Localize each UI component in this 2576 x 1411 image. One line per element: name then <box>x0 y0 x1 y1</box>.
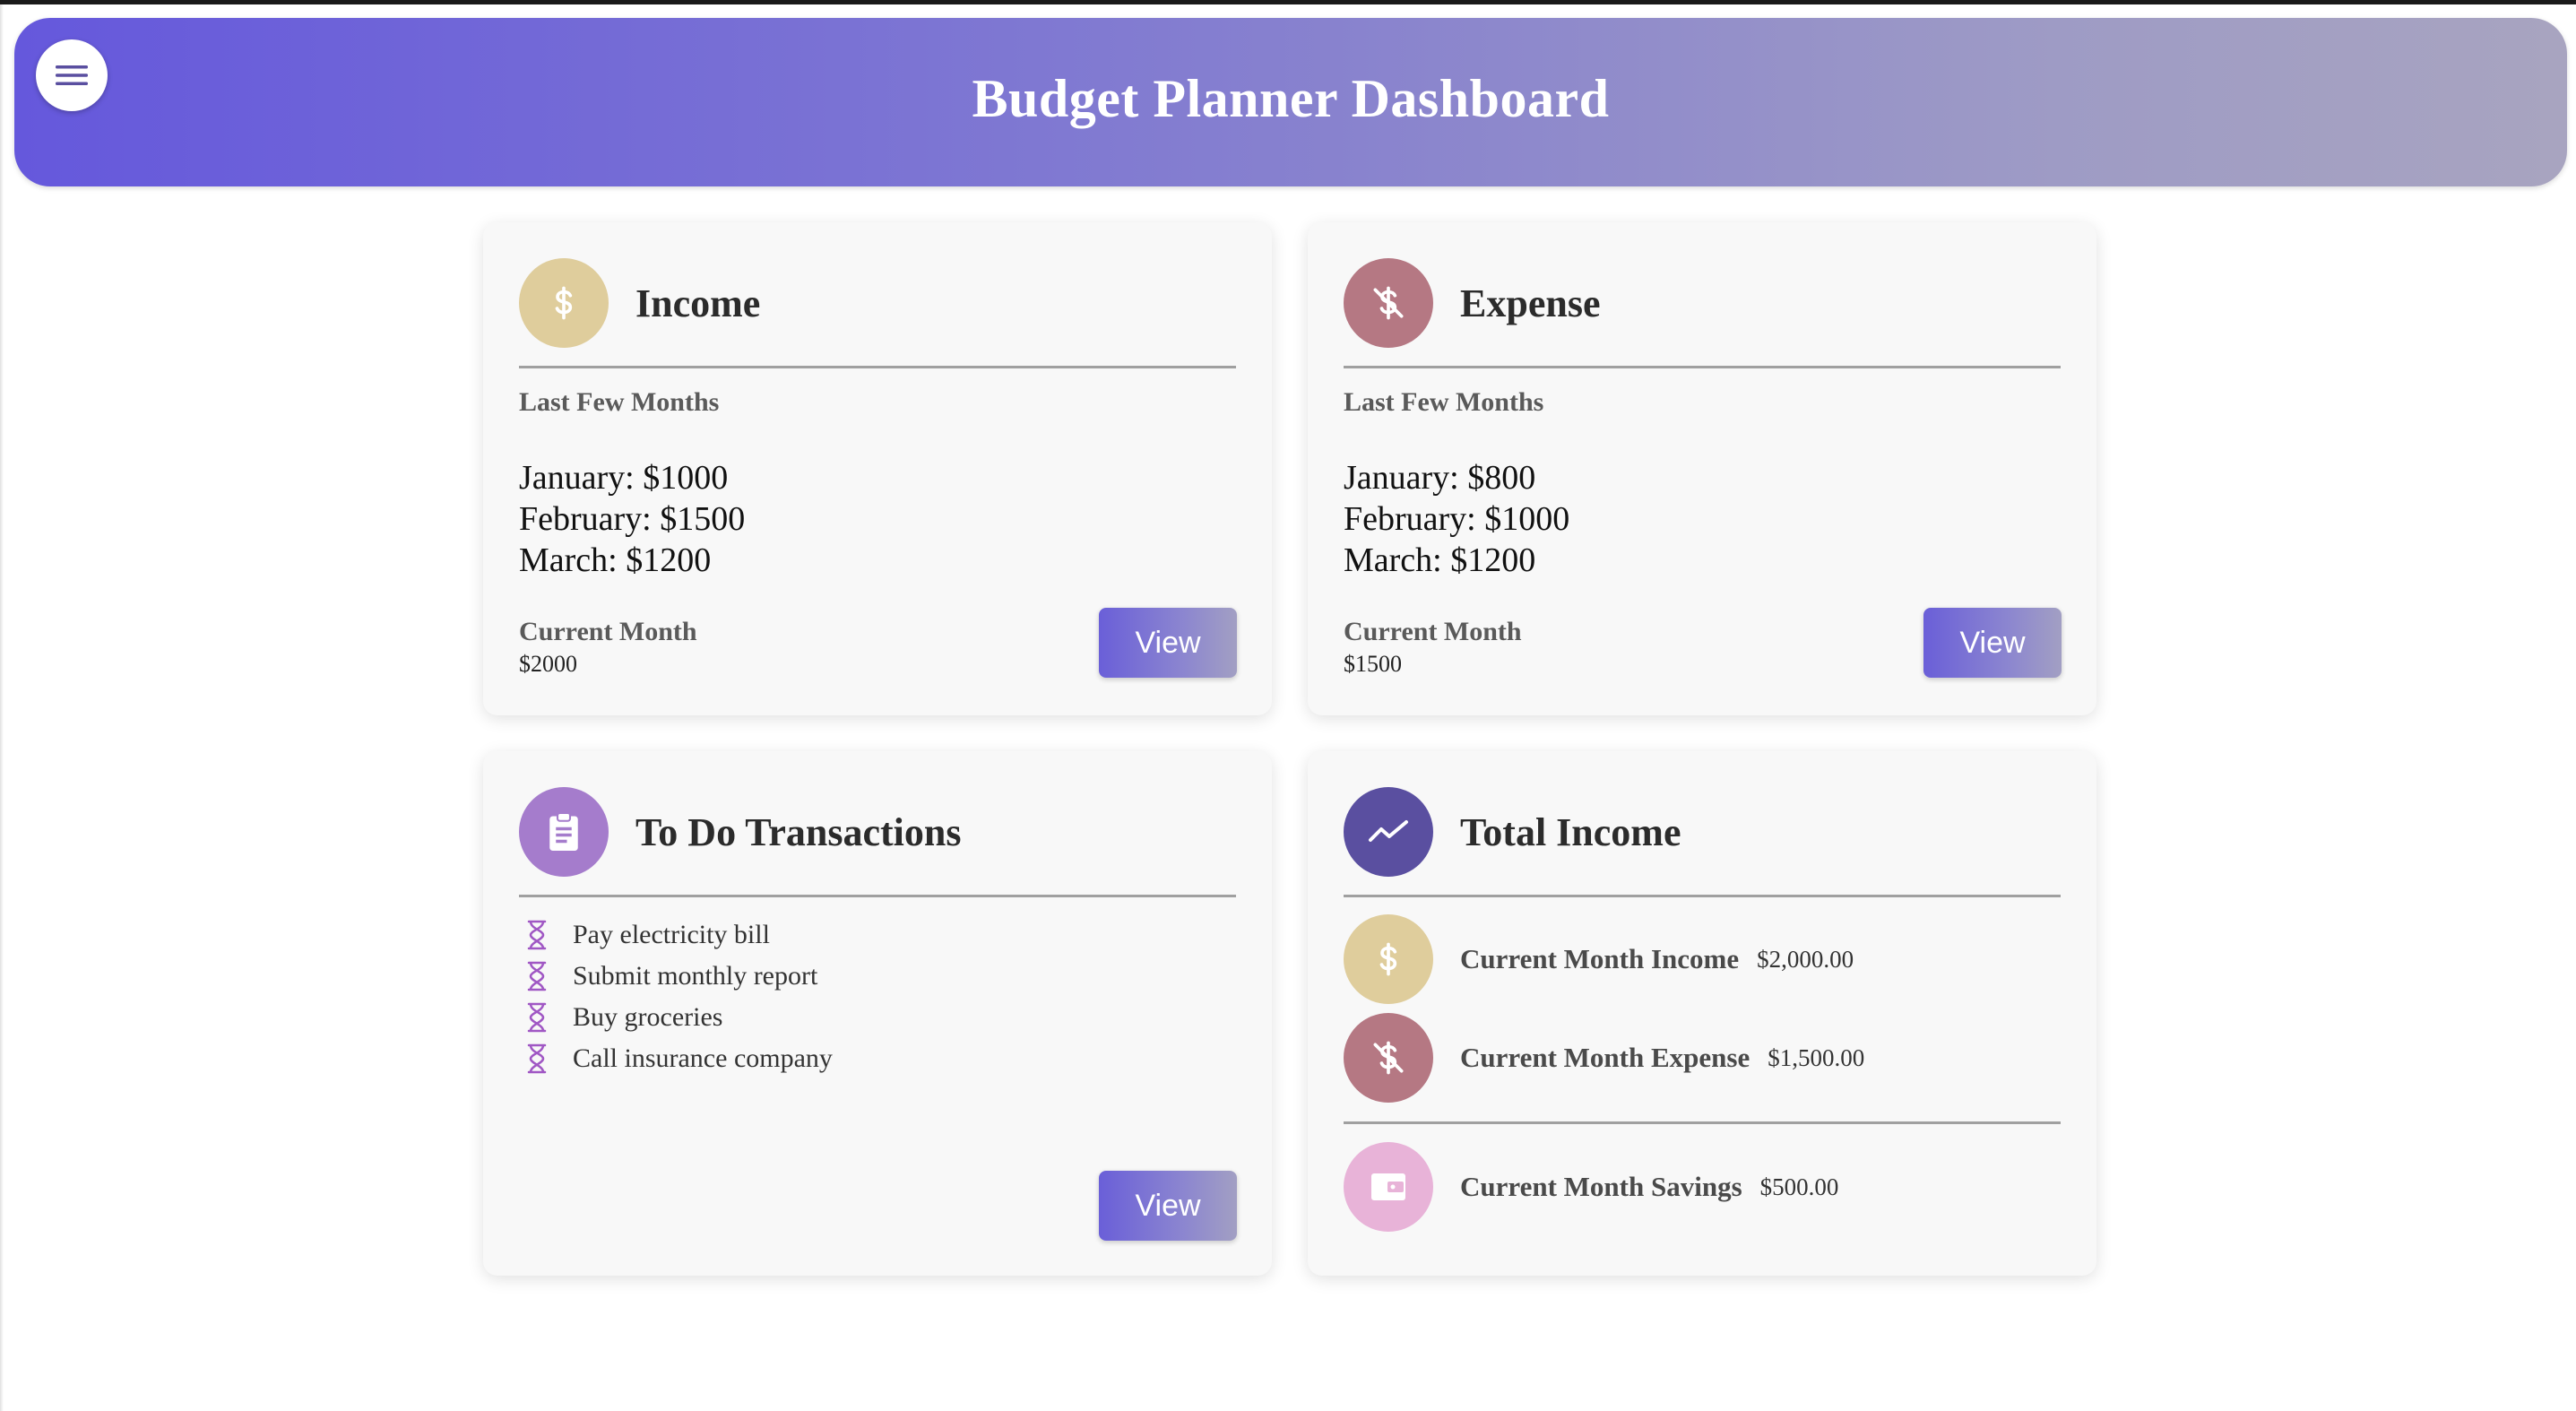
total-row-expense: Current Month Expense $1,500.00 <box>1344 1013 1864 1103</box>
expense-card-header: Expense <box>1344 258 1600 348</box>
expense-current-month-label: Current Month <box>1344 617 1522 646</box>
todo-item: Buy groceries <box>519 997 833 1038</box>
income-card-title: Income <box>635 281 761 325</box>
todo-card: To Do Transactions Pay electricity bill … <box>483 751 1272 1276</box>
todo-icon-circle <box>519 787 609 877</box>
expense-months-list: January: $800 February: $1000 March: $12… <box>1344 457 1569 581</box>
trending-up-icon <box>1369 820 1408 842</box>
todo-item-label: Submit monthly report <box>573 961 818 991</box>
todo-item-label: Pay electricity bill <box>573 920 770 949</box>
todo-view-button[interactable]: View <box>1099 1171 1237 1241</box>
hourglass-icon <box>526 1002 551 1033</box>
expense-card-title: Expense <box>1460 281 1601 325</box>
total-income-divider-top <box>1344 895 2061 897</box>
todo-card-title: To Do Transactions <box>635 809 962 854</box>
total-row-value: $500.00 <box>1759 1173 1839 1200</box>
expense-card: Expense Last Few Months January: $800 Fe… <box>1308 222 2096 715</box>
window-top-border <box>0 0 2576 4</box>
total-row-savings: Current Month Savings $500.00 <box>1344 1142 1838 1232</box>
todo-divider <box>519 895 1236 897</box>
hourglass-icon <box>526 1043 551 1074</box>
wallet-icon <box>1371 1173 1405 1200</box>
dollar-icon <box>555 286 573 320</box>
total-expense-row-icon-circle <box>1344 1013 1433 1103</box>
total-income-icon-circle <box>1344 787 1433 877</box>
income-view-button[interactable]: View <box>1099 608 1237 678</box>
total-row-value: $1,500.00 <box>1768 1043 1865 1071</box>
total-income-card-header: Total Income <box>1344 787 1681 877</box>
income-divider <box>519 366 1236 368</box>
dollar-off-icon <box>1373 1041 1404 1075</box>
hourglass-icon <box>526 961 551 991</box>
income-last-months-label: Last Few Months <box>519 387 720 417</box>
expense-month-entry: March: $1200 <box>1344 541 1536 579</box>
expense-divider <box>1344 366 2061 368</box>
todo-item: Submit monthly report <box>519 956 833 997</box>
hourglass-icon <box>526 920 551 950</box>
income-icon-circle <box>519 258 609 348</box>
todo-item-label: Buy groceries <box>573 1002 723 1032</box>
income-card-header: Income <box>519 258 760 348</box>
total-row-value: $2,000.00 <box>1757 945 1854 973</box>
income-current-month-value: $2000 <box>519 651 577 677</box>
page-title: Budget Planner Dashboard <box>972 69 1610 128</box>
total-income-row-icon-circle <box>1344 914 1433 1004</box>
dollar-off-icon <box>1373 286 1404 320</box>
clipboard-icon <box>549 811 578 851</box>
total-income-card: Total Income Current Month Income $2,000… <box>1308 751 2096 1276</box>
total-row-label: Current Month Income <box>1460 943 1740 974</box>
expense-icon-circle <box>1344 258 1433 348</box>
total-savings-row-icon-circle <box>1344 1142 1433 1232</box>
expense-month-entry: February: $1000 <box>1344 500 1570 538</box>
todo-item: Call insurance company <box>519 1038 833 1079</box>
total-income-card-title: Total Income <box>1460 809 1681 854</box>
todo-item-label: Call insurance company <box>573 1043 833 1073</box>
income-month-entry: March: $1200 <box>519 541 712 579</box>
total-income-divider-bottom <box>1344 1121 2061 1124</box>
income-month-entry: January: $1000 <box>519 459 729 497</box>
todo-item: Pay electricity bill <box>519 914 833 956</box>
income-current-month-label: Current Month <box>519 617 697 646</box>
total-row-income: Current Month Income $2,000.00 <box>1344 914 1854 1004</box>
window-left-edge <box>0 4 4 1411</box>
todo-list: Pay electricity bill Submit monthly repo… <box>519 914 833 1079</box>
expense-view-button[interactable]: View <box>1923 608 2062 678</box>
expense-last-months-label: Last Few Months <box>1344 387 1544 417</box>
expense-month-entry: January: $800 <box>1344 459 1536 497</box>
dollar-icon <box>1379 942 1397 976</box>
total-row-label: Current Month Savings <box>1460 1171 1742 1202</box>
expense-current-month-value: $1500 <box>1344 651 1402 677</box>
income-card: Income Last Few Months January: $1000 Fe… <box>483 222 1272 715</box>
income-months-list: January: $1000 February: $1500 March: $1… <box>519 457 745 581</box>
total-row-label: Current Month Expense <box>1460 1042 1750 1073</box>
income-month-entry: February: $1500 <box>519 500 746 538</box>
dashboard-header: Budget Planner Dashboard <box>14 18 2567 186</box>
todo-card-header: To Do Transactions <box>519 787 962 877</box>
